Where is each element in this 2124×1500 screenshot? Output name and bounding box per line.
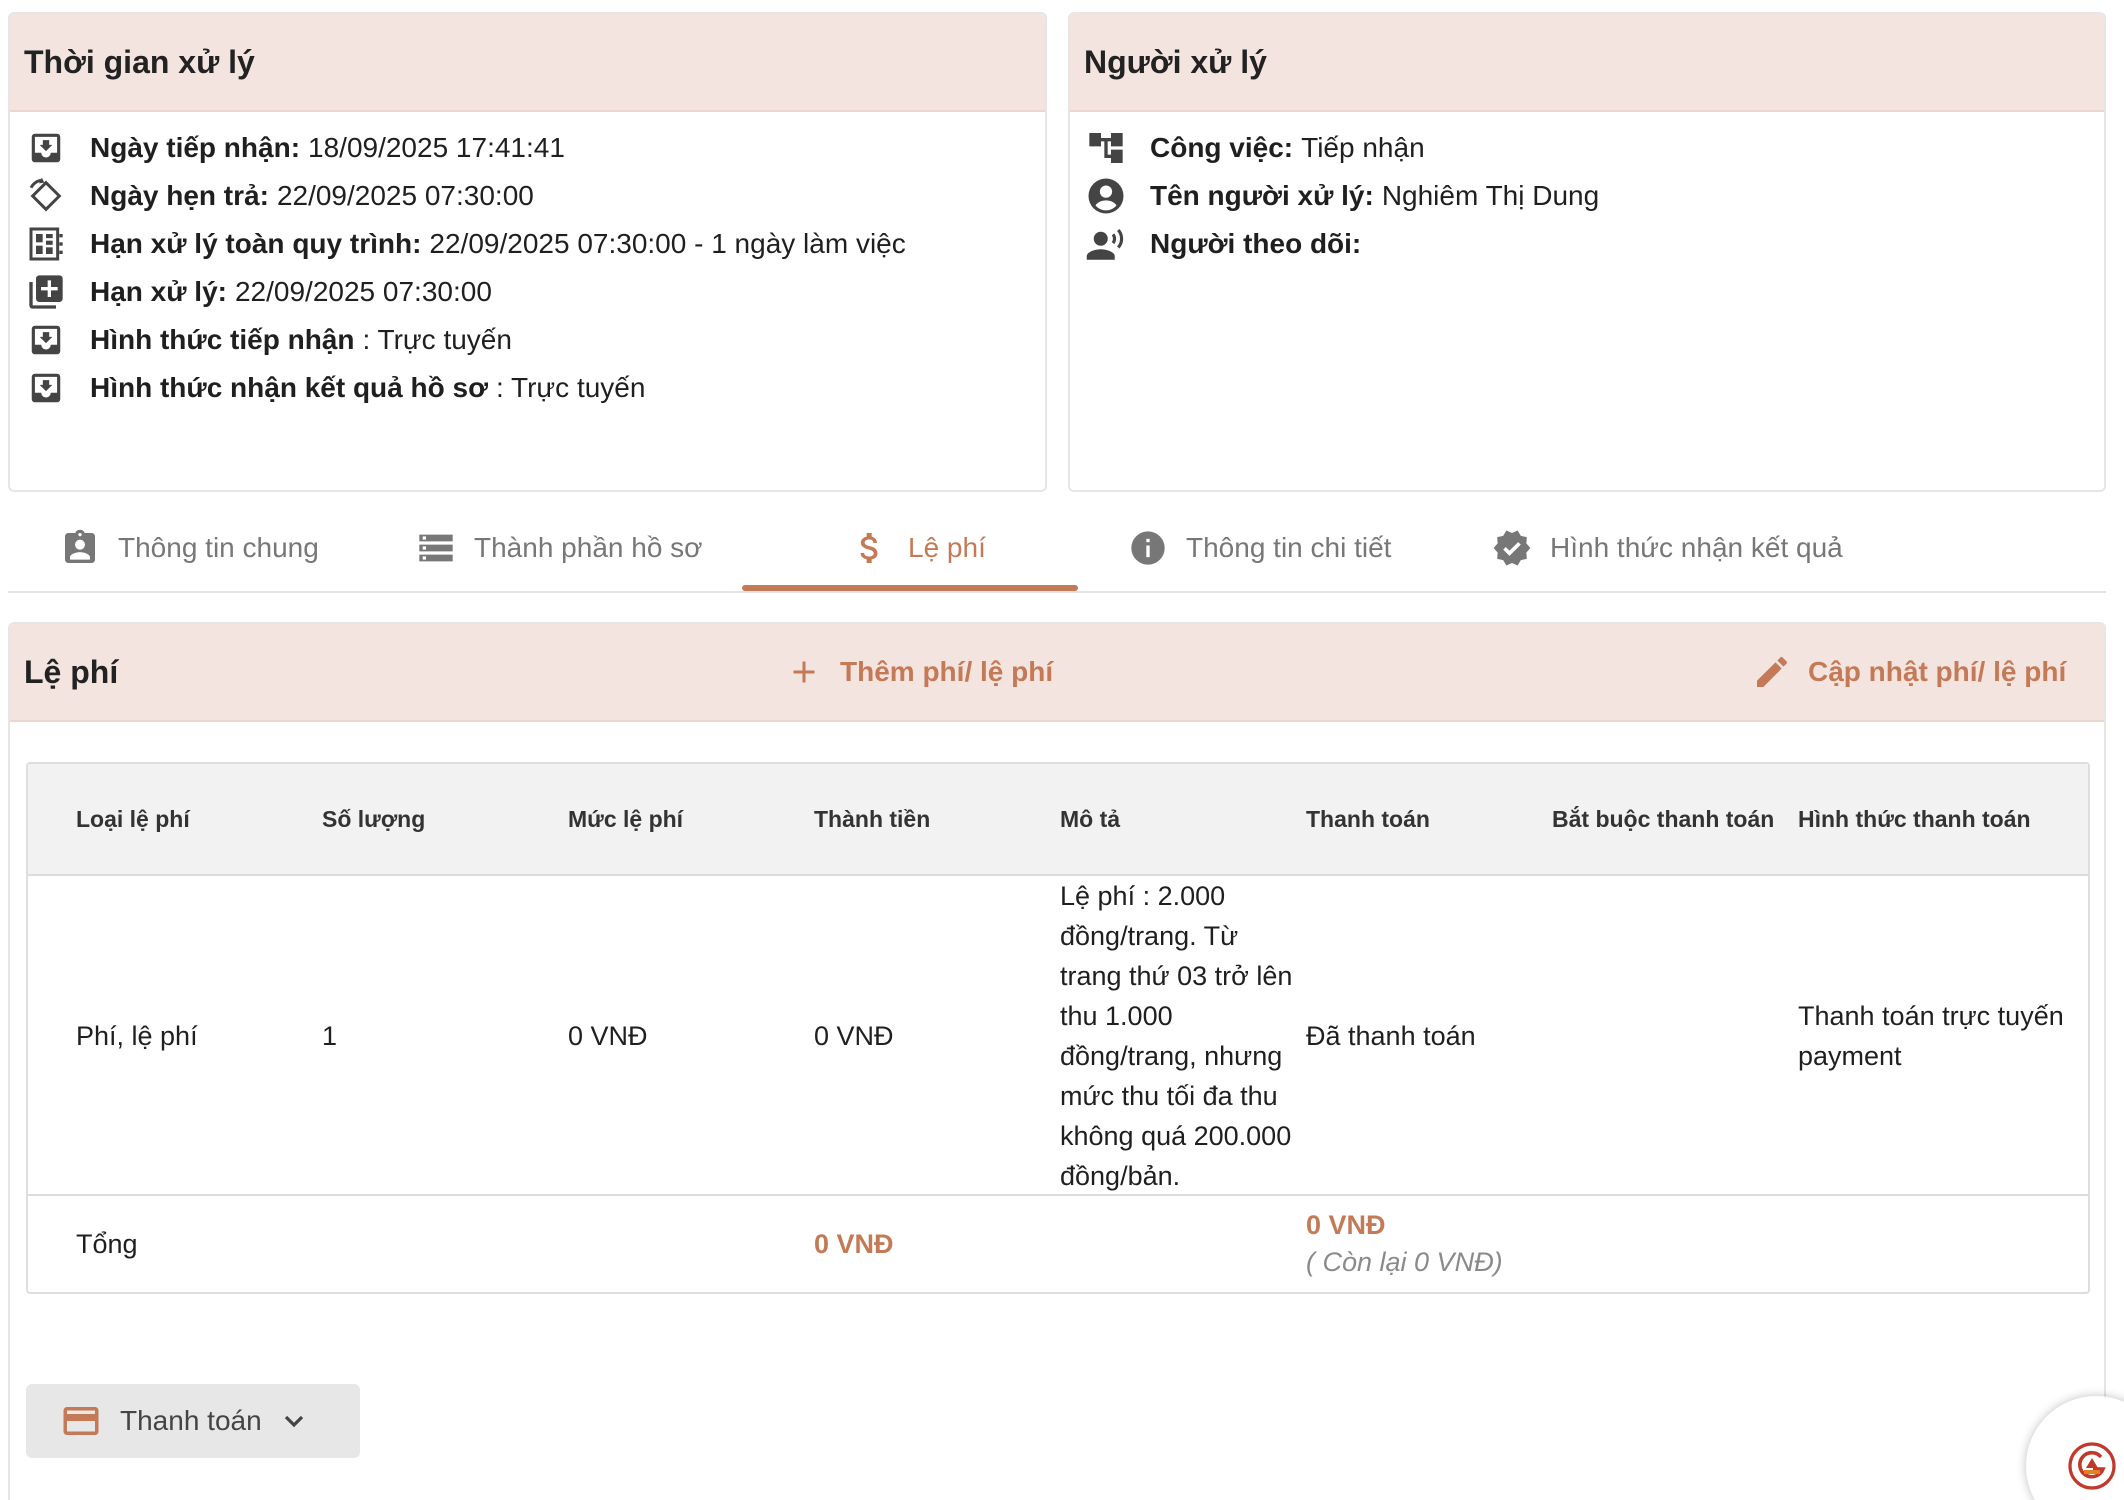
total-amount: 0 VNĐ (814, 1228, 894, 1259)
remaining-amount: ( Còn lại 0 VNĐ) (1306, 1247, 1503, 1277)
add-fee-button[interactable]: Thêm phí/ lệ phí (782, 624, 1053, 720)
fee-panel: Lệ phí Thêm phí/ lệ phí Cập nhật phí/ lệ… (8, 622, 2106, 1500)
info-value: Tiếp nhận (1301, 132, 1425, 163)
info-label: Hạn xử lý toàn quy trình: (90, 228, 422, 259)
process-deadline-row: Hạn xử lý toàn quy trình: 22/09/2025 07:… (24, 220, 1031, 268)
payment-button-label: Thanh toán (120, 1405, 262, 1436)
update-fee-button[interactable]: Cập nhật phí/ lệ phí (1750, 624, 2066, 720)
handler-name-row: Tên người xử lý: Nghiêm Thị Dung (1084, 172, 2090, 220)
dashboard-grid-icon (24, 222, 68, 266)
info-label: Ngày tiếp nhận: (90, 132, 301, 163)
tab-label: Thành phần hồ sơ (474, 532, 703, 563)
total-row: Tổng 0 VNĐ 0 VNĐ ( Còn lại 0 VNĐ) (28, 1196, 2088, 1292)
tab-label: Thông tin chung (118, 532, 319, 563)
info-icon (1128, 528, 1168, 568)
library-add-icon (24, 270, 68, 314)
info-label: Người theo dõi: (1150, 228, 1362, 259)
received-date-row: Ngày tiếp nhận: 18/09/2025 17:41:41 (24, 124, 1031, 172)
result-method-row: Hình thức nhận kết quả hồ sơ : Trực tuyế… (24, 364, 1031, 412)
tab-label: Hình thức nhận kết quả (1550, 532, 1843, 563)
info-value: 22/09/2025 07:30:00 (276, 180, 534, 211)
task-row: Công việc: Tiếp nhận (1084, 124, 2090, 172)
tab-general-info[interactable]: Thông tin chung (60, 505, 319, 591)
tab-fees[interactable]: Lệ phí (850, 505, 986, 591)
inbox-download-icon (24, 318, 68, 362)
total-paid-block: 0 VNĐ ( Còn lại 0 VNĐ) (1306, 1196, 1503, 1292)
appointment-date-row: Ngày hẹn trả: 22/09/2025 07:30:00 (24, 172, 1031, 220)
handler-panel: Người xử lý Công việc: Tiếp nhận Tên ngư… (1068, 12, 2106, 492)
fee-type-cell: Phí, lệ phí (76, 1020, 198, 1051)
fee-header: Lệ phí Thêm phí/ lệ phí Cập nhật phí/ lệ… (10, 624, 2104, 722)
credit-card-icon (60, 1400, 102, 1442)
active-tab-indicator (742, 585, 1078, 591)
info-value: Nghiêm Thị Dung (1381, 180, 1600, 211)
column-header: Loại lệ phí (76, 805, 190, 832)
follower-row: Người theo dõi: (1084, 220, 2090, 268)
table-header-row: Loại lệ phí Số lượng Mức lệ phí Thành ti… (28, 764, 2088, 876)
info-label: Tên người xử lý: (1150, 180, 1374, 211)
info-value: 22/09/2025 07:30:00 - 1 ngày làm việc (429, 228, 906, 259)
column-header: Thanh toán (1306, 805, 1430, 832)
account-tree-icon (1084, 126, 1128, 170)
info-value: : Trực tuyến (362, 324, 512, 355)
emblem-logo-icon (2068, 1442, 2116, 1490)
info-value: 18/09/2025 17:41:41 (308, 132, 565, 163)
payment-method-cell: Thanh toán trực tuyến payment (1798, 1001, 2064, 1071)
tab-bar: Thông tin chung Thành phần hồ sơ Lệ phí … (8, 505, 2106, 593)
column-header: Hình thức thanh toán (1798, 805, 2031, 832)
column-header: Mô tả (1060, 805, 1121, 832)
tab-label: Thông tin chi tiết (1186, 532, 1392, 563)
info-label: Ngày hẹn trả: (90, 180, 269, 211)
info-value: 22/09/2025 07:30:00 (234, 276, 492, 307)
info-label: Hình thức nhận kết quả hồ sơ (90, 372, 488, 403)
description-cell: Lệ phí : 2.000 đồng/trang. Từ trang thứ … (1060, 881, 1293, 1191)
total-label: Tổng (76, 1228, 138, 1259)
assignment-ind-icon (60, 528, 100, 568)
receive-method-row: Hình thức tiếp nhận : Trực tuyến (24, 316, 1031, 364)
account-circle-icon (1084, 174, 1128, 218)
inbox-download-icon (24, 126, 68, 170)
step-deadline-row: Hạn xử lý: 22/09/2025 07:30:00 (24, 268, 1031, 316)
column-header: Thành tiền (814, 805, 931, 832)
column-header: Mức lệ phí (568, 805, 684, 832)
column-header: Bắt buộc thanh toán (1552, 805, 1775, 832)
payment-dropdown-button[interactable]: Thanh toán (26, 1384, 360, 1458)
update-fee-label: Cập nhật phí/ lệ phí (1808, 656, 2067, 687)
info-label: Công việc: (1150, 132, 1294, 163)
inbox-download-icon (24, 366, 68, 410)
payment-status-cell: Đã thanh toán (1306, 1020, 1476, 1051)
processing-time-title: Thời gian xử lý (24, 43, 255, 80)
info-label: Hạn xử lý: (90, 276, 227, 307)
plus-icon (782, 650, 826, 694)
storage-icon (416, 528, 456, 568)
tab-label: Lệ phí (908, 532, 986, 563)
verified-badge-icon (1492, 528, 1532, 568)
info-label: Hình thức tiếp nhận (90, 324, 355, 355)
tab-result-method[interactable]: Hình thức nhận kết quả (1492, 505, 1843, 591)
processing-time-header: Thời gian xử lý (10, 14, 1045, 112)
dollar-icon (850, 528, 890, 568)
record-voice-icon (1084, 222, 1128, 266)
info-value: : Trực tuyến (495, 372, 646, 403)
pencil-icon (1750, 650, 1794, 694)
tab-details[interactable]: Thông tin chi tiết (1128, 505, 1391, 591)
amount-cell: 0 VNĐ (814, 1020, 894, 1051)
fee-table: Loại lệ phí Số lượng Mức lệ phí Thành ti… (26, 762, 2090, 1294)
rotate-calendar-icon (24, 174, 68, 218)
quantity-cell: 1 (322, 1020, 338, 1051)
table-row: Phí, lệ phí 1 0 VNĐ 0 VNĐ Lệ phí : 2.000… (28, 876, 2088, 1196)
chevron-down-icon (278, 1405, 310, 1437)
add-fee-label: Thêm phí/ lệ phí (840, 656, 1054, 687)
column-header: Số lượng (322, 805, 426, 832)
total-paid: 0 VNĐ (1306, 1210, 1386, 1240)
rate-cell: 0 VNĐ (568, 1020, 648, 1051)
fee-title: Lệ phí (24, 653, 119, 690)
tab-documents[interactable]: Thành phần hồ sơ (416, 505, 703, 591)
handler-title: Người xử lý (1084, 43, 1267, 80)
processing-time-panel: Thời gian xử lý Ngày tiếp nhận: 18/09/20… (8, 12, 1047, 492)
handler-header: Người xử lý (1070, 14, 2104, 112)
